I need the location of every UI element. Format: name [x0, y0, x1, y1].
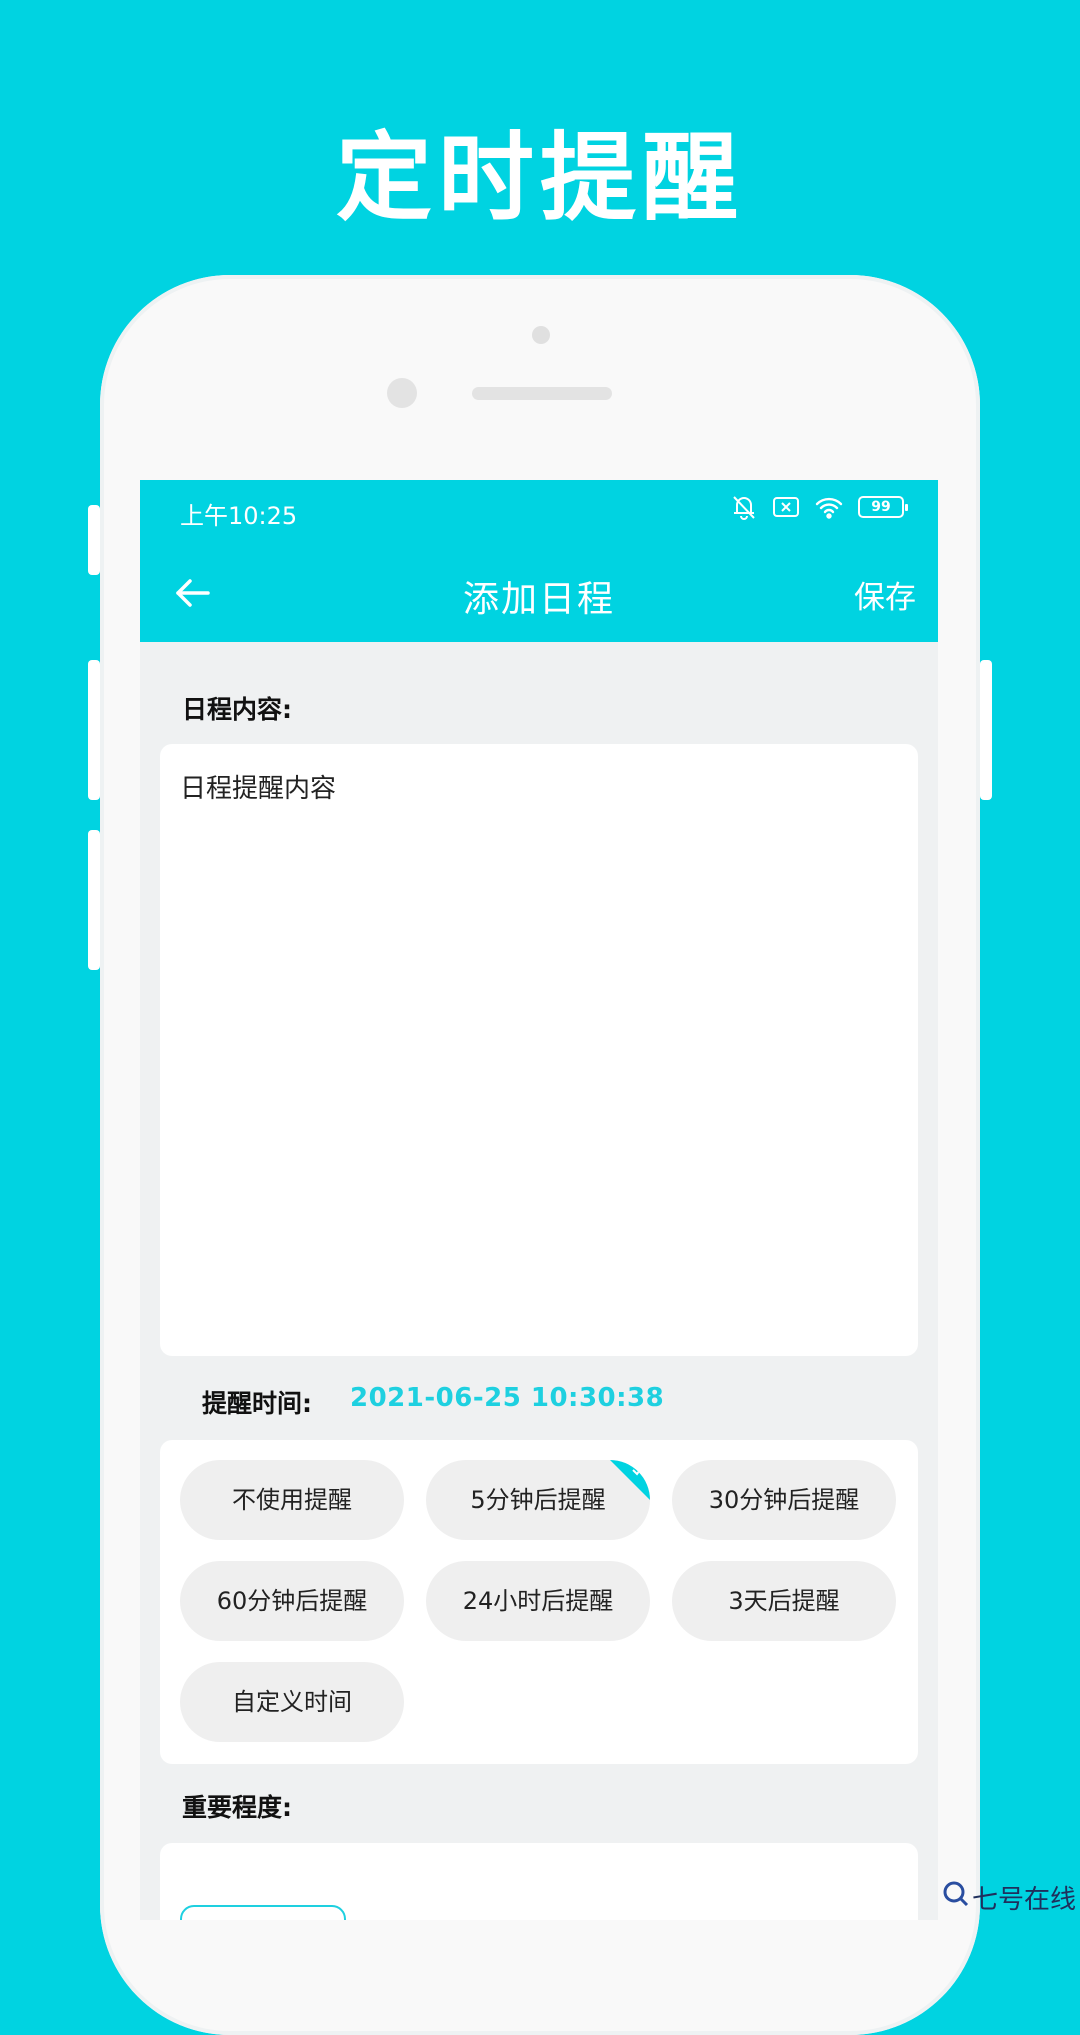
reminder-option-none[interactable]: 不使用提醒 — [180, 1460, 404, 1540]
reminder-option-label: 60分钟后提醒 — [216, 1587, 368, 1615]
reminder-option-label: 不使用提醒 — [232, 1486, 352, 1514]
schedule-content-textarea[interactable]: 日程提醒内容 — [180, 768, 880, 805]
reminder-option-label: 3天后提醒 — [728, 1587, 840, 1615]
status-icons: 99 — [730, 494, 908, 520]
importance-card — [160, 1843, 918, 1920]
battery-icon: 99 — [858, 496, 908, 518]
importance-label: 重要程度: — [182, 1793, 292, 1822]
page-title: 添加日程 — [462, 579, 615, 620]
front-camera — [387, 378, 417, 408]
check-icon — [632, 1465, 644, 1476]
reminder-option-label: 30分钟后提醒 — [708, 1486, 860, 1514]
phone-power-button — [980, 660, 992, 800]
content-card[interactable]: 日程提醒内容 — [160, 744, 918, 1356]
earpiece-speaker — [472, 387, 612, 400]
reminder-options-card: 不使用提醒 5分钟后提醒 30分钟后提醒 60分钟后提醒 24小时后提醒 3天后… — [160, 1440, 918, 1764]
watermark: 七号在线 — [942, 1879, 1076, 1916]
reminder-option-label: 自定义时间 — [232, 1688, 352, 1716]
reminder-time-label: 提醒时间: — [202, 1389, 312, 1418]
reminder-option-label: 5分钟后提醒 — [470, 1486, 606, 1514]
reminder-option-3days[interactable]: 3天后提醒 — [672, 1561, 896, 1641]
app-bar: 添加日程 保存 — [140, 544, 938, 642]
reminder-option-label: 24小时后提醒 — [462, 1587, 614, 1615]
promo-title: 定时提醒 — [336, 122, 744, 234]
phone-volume-down — [88, 830, 100, 970]
importance-option[interactable] — [180, 1905, 346, 1920]
watermark-text: 七号在线 — [971, 1885, 1076, 1915]
reminder-time-value[interactable]: 2021-06-25 10:30:38 — [350, 1383, 664, 1413]
save-button[interactable]: 保存 — [854, 572, 916, 617]
bell-muted-icon — [730, 494, 758, 520]
reminder-option-30min[interactable]: 30分钟后提醒 — [672, 1460, 896, 1540]
reminder-option-custom[interactable]: 自定义时间 — [180, 1662, 404, 1742]
reminder-option-24h[interactable]: 24小时后提醒 — [426, 1561, 650, 1641]
content-label: 日程内容: — [182, 695, 292, 724]
status-bar: 上午10:25 99 — [140, 480, 938, 544]
search-icon — [942, 1880, 970, 1915]
reminder-option-60min[interactable]: 60分钟后提醒 — [180, 1561, 404, 1641]
app-screen: 上午10:25 99 添加日程 保存 日程内容: 日程提醒内容 提醒时间: 20… — [140, 480, 938, 1920]
status-time: 上午10:25 — [180, 502, 298, 530]
phone-side-button — [88, 505, 100, 575]
sim-off-icon — [772, 495, 800, 519]
proximity-sensor — [532, 326, 550, 344]
reminder-option-5min[interactable]: 5分钟后提醒 — [426, 1460, 650, 1540]
wifi-icon — [814, 495, 844, 519]
phone-volume-up — [88, 660, 100, 800]
